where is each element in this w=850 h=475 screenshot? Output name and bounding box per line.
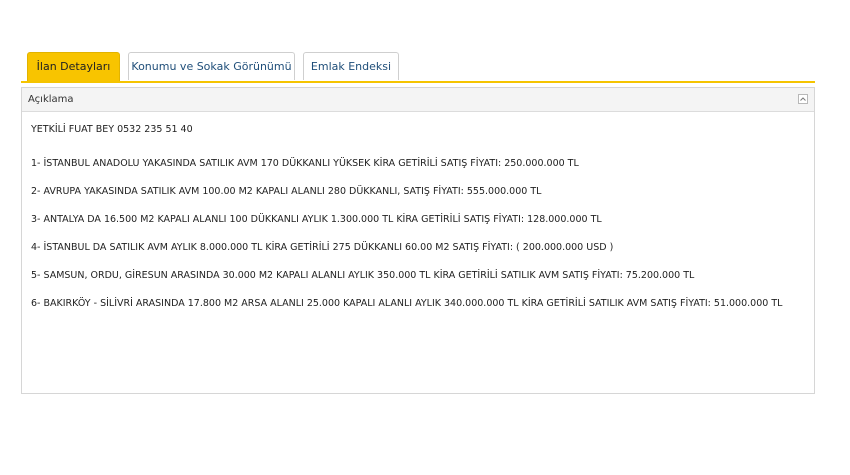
tab-location-street-view[interactable]: Konumu ve Sokak Görünümü [128, 52, 295, 80]
contact-line: YETKİLİ FUAT BEY 0532 235 51 40 [31, 124, 193, 135]
listing-details-widget: İlan Detayları Konumu ve Sokak Görünümü … [21, 52, 815, 394]
panel-header: Açıklama [22, 88, 814, 112]
description-panel: Açıklama YETKİLİ FUAT BEY 0532 235 51 40… [21, 87, 815, 394]
tab-bar: İlan Detayları Konumu ve Sokak Görünümü … [21, 52, 815, 83]
description-item: 5- SAMSUN, ORDU, GİRESUN ARASINDA 30.000… [31, 270, 695, 281]
panel-title: Açıklama [28, 94, 74, 105]
description-item: 6- BAKIRKÖY - SİLİVRİ ARASINDA 17.800 M2… [31, 298, 783, 309]
collapse-icon[interactable] [798, 94, 808, 104]
description-body: YETKİLİ FUAT BEY 0532 235 51 40 1- İSTAN… [22, 112, 814, 310]
description-item: 2- AVRUPA YAKASINDA SATILIK AVM 100.00 M… [31, 186, 542, 197]
description-item: 3- ANTALYA DA 16.500 M2 KAPALI ALANLI 10… [31, 214, 602, 225]
tab-listing-details[interactable]: İlan Detayları [27, 52, 120, 81]
description-item: 1- İSTANBUL ANADOLU YAKASINDA SATILIK AV… [31, 158, 579, 169]
description-item: 4- İSTANBUL DA SATILIK AVM AYLIK 8.000.0… [31, 242, 614, 253]
tab-real-estate-index[interactable]: Emlak Endeksi [303, 52, 399, 80]
